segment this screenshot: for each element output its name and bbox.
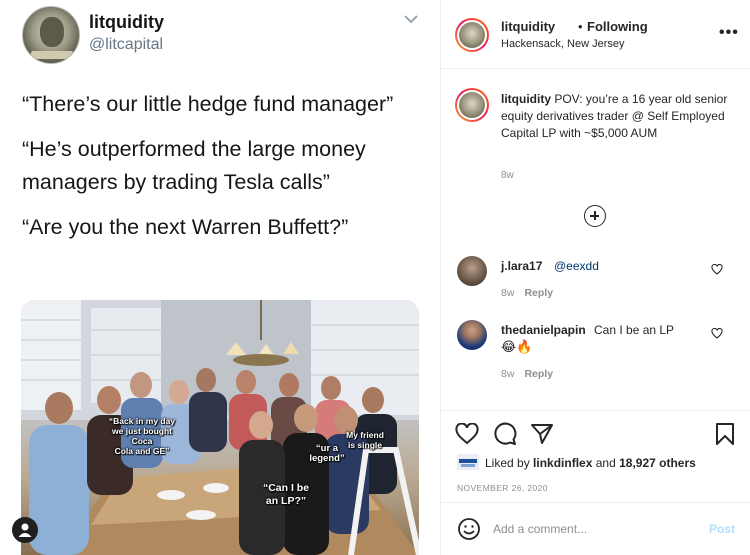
reply-button[interactable]: Reply	[524, 368, 553, 380]
comment-text: Can I be an LP	[594, 323, 675, 337]
liker-avatar[interactable]	[457, 454, 479, 470]
tagged-users-button[interactable]	[12, 517, 38, 543]
chevron-down-icon	[404, 15, 418, 24]
commenter-avatar[interactable]	[457, 320, 487, 350]
meme-caption: “ur a legend”	[309, 443, 345, 464]
comment-emoji: 😂🔥	[501, 339, 533, 354]
caption-author-avatar[interactable]	[455, 88, 489, 122]
bookmark-save-icon[interactable]	[715, 422, 735, 446]
like-comment-heart-icon[interactable]	[711, 264, 723, 275]
following-button[interactable]: Following	[587, 19, 648, 34]
tweet-text: “There’s our little hedge fund manager” …	[22, 88, 432, 256]
load-more-comments-icon[interactable]	[584, 205, 606, 227]
share-paper-plane-icon[interactable]	[530, 422, 554, 446]
likes-count-link[interactable]: 18,927 others	[619, 456, 696, 470]
family-dinner-photo: “Back in my day we just bought Coca Cola…	[21, 300, 419, 555]
user-icon	[18, 523, 32, 537]
tweet-author-name: litquidity	[89, 12, 164, 32]
post-caption: litquidity POV: you’re a 16 year old sen…	[501, 91, 733, 142]
reply-button[interactable]: Reply	[524, 287, 553, 299]
separator-dot: •	[578, 19, 583, 34]
comment-meta: 8w Reply	[501, 287, 553, 299]
tweet-avatar	[22, 6, 80, 64]
tweet-line: “He’s outperformed the large money manag…	[22, 137, 366, 194]
add-comment-bar: Add a comment... Post	[441, 502, 750, 555]
post-header: litquidity • Following Hackensack, New J…	[441, 0, 750, 69]
meme-caption: “Can I be an LP?”	[262, 482, 310, 507]
add-comment-input[interactable]: Add a comment...	[493, 522, 587, 536]
tweet-line: “There’s our little hedge fund manager”	[22, 92, 394, 116]
meme-caption: “Back in my day we just bought Coca Cola…	[108, 416, 176, 456]
post-comment-button[interactable]: Post	[709, 522, 735, 536]
comment-username[interactable]: thedanielpapin	[501, 323, 586, 337]
tweet-line: “Are you the next Warren Buffett?”	[22, 215, 349, 239]
post-date[interactable]: NOVEMBER 26, 2020	[457, 483, 548, 493]
author-username[interactable]: litquidity	[501, 19, 555, 34]
post-sidebar: litquidity • Following Hackensack, New J…	[440, 0, 750, 555]
comment-meta: 8w Reply	[501, 368, 553, 380]
likes-user-link[interactable]: linkdinflex	[533, 456, 592, 470]
comment-bubble-icon[interactable]	[493, 422, 517, 446]
post-location[interactable]: Hackensack, New Jersey	[501, 38, 625, 50]
tweet-author-handle: @litcapital	[89, 36, 164, 53]
like-heart-icon[interactable]	[455, 423, 479, 445]
comment-time[interactable]: 8w	[501, 287, 514, 299]
author-avatar[interactable]	[455, 18, 489, 52]
meme-caption: My friend is single	[346, 430, 384, 450]
likes-mid: and	[595, 456, 616, 470]
more-options-icon[interactable]: •••	[719, 24, 739, 42]
likes-prefix: Liked by	[485, 456, 530, 470]
comment-username[interactable]: j.lara17	[501, 259, 542, 273]
likes-summary: Liked by linkdinflex and 18,927 others	[485, 456, 696, 470]
emoji-smiley-icon[interactable]	[457, 517, 481, 541]
comment-text[interactable]: @eexdd	[554, 259, 599, 273]
photo-scene	[21, 300, 419, 555]
commenter-avatar[interactable]	[457, 256, 487, 286]
caption-timestamp[interactable]: 8w	[501, 170, 514, 181]
like-comment-heart-icon[interactable]	[711, 328, 723, 339]
post-image[interactable]: litquidity @litcapital “There’s our litt…	[0, 0, 440, 555]
caption-username[interactable]: litquidity	[501, 92, 551, 106]
comment-time[interactable]: 8w	[501, 368, 514, 380]
